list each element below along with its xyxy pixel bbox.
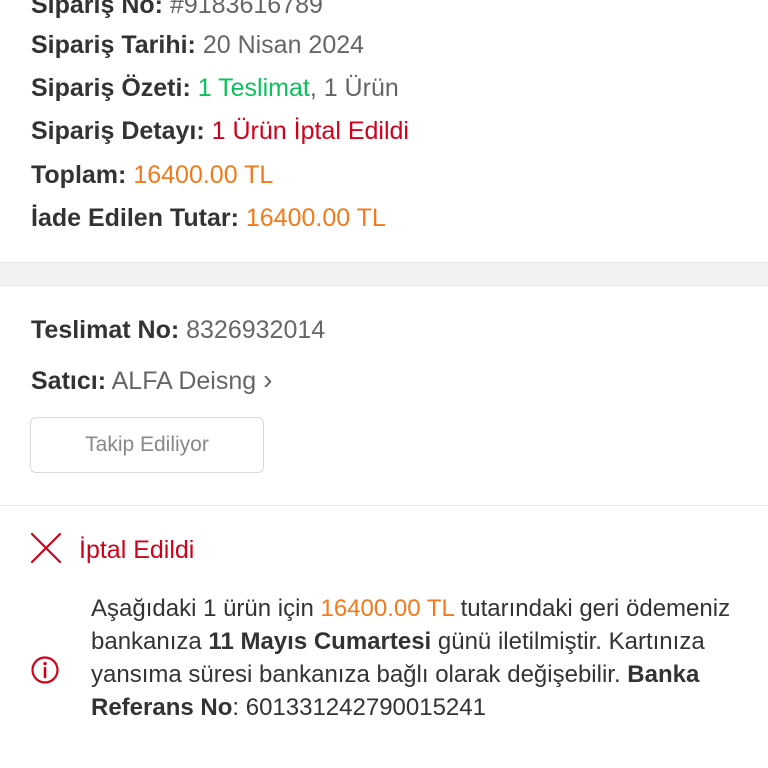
chevron-right-icon: › (263, 364, 273, 395)
cancel-status: İptal Edildi (30, 532, 194, 569)
order-detail-value: 1 Ürün İptal Edildi (211, 117, 409, 145)
refund-message-part1: Aşağıdaki 1 ürün için (91, 595, 321, 622)
order-total-label: Toplam: (31, 161, 127, 189)
seller-link[interactable]: Satıcı: ALFA Deisng › (31, 365, 272, 396)
order-number-row: Sipariş No: #9183616789 (31, 0, 323, 20)
order-total-row: Toplam: 16400.00 TL (31, 160, 273, 190)
delivery-number-value: 8326932014 (186, 316, 326, 344)
order-number-label: Sipariş No: (31, 0, 163, 19)
order-date-row: Sipariş Tarihi: 20 Nisan 2024 (31, 30, 364, 60)
section-divider (0, 263, 768, 286)
order-detail-row: Sipariş Detayı: 1 Ürün İptal Edildi (31, 116, 409, 146)
order-date-label: Sipariş Tarihi: (31, 31, 196, 59)
refund-amount-row: İade Edilen Tutar: 16400.00 TL (31, 203, 386, 233)
delivery-number-label: Teslimat No: (31, 316, 180, 344)
refund-amount-value: 16400.00 TL (245, 204, 386, 232)
refund-message-date: 11 Mayıs Cumartesi (208, 628, 432, 655)
order-summary-card: Sipariş No: #9183616789 Sipariş Tarihi: … (0, 0, 768, 263)
order-total-value: 16400.00 TL (133, 161, 274, 189)
order-summary-row: Sipariş Özeti: 1 Teslimat, 1 Ürün (31, 73, 399, 103)
refund-message: Aşağıdaki 1 ürün için 16400.00 TL tutarı… (91, 592, 731, 724)
order-summary-items: 1 Ürün (316, 74, 399, 102)
seller-name: ALFA Deisng (111, 367, 257, 395)
close-icon (30, 532, 62, 569)
info-icon (30, 655, 60, 690)
bank-reference-number: 601331242790015241 (245, 694, 486, 721)
tracking-button[interactable]: Takip Ediliyor (30, 417, 264, 473)
order-number-value: #9183616789 (169, 0, 323, 19)
order-summary-deliveries: 1 Teslimat (197, 74, 310, 102)
order-detail-label: Sipariş Detayı: (31, 117, 205, 145)
order-summary-label: Sipariş Özeti: (31, 74, 191, 102)
order-date-value: 20 Nisan 2024 (202, 31, 365, 59)
cancel-status-label: İptal Edildi (79, 536, 195, 564)
refund-message-part4: : (232, 694, 246, 721)
order-summary-separator: , (309, 74, 317, 102)
seller-label: Satıcı: (31, 367, 107, 395)
delivery-number-row: Teslimat No: 8326932014 (31, 315, 325, 345)
refund-amount-label: İade Edilen Tutar: (31, 204, 239, 232)
refund-message-amount: 16400.00 TL (320, 595, 454, 622)
